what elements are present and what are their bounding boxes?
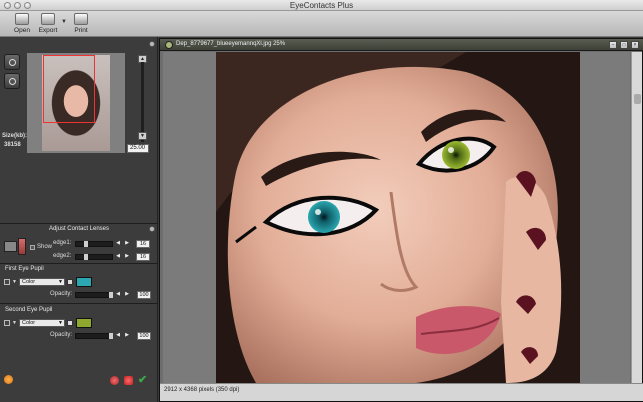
edge1-slider[interactable] [75,241,113,247]
first-eye-dropdown-icon[interactable]: ▼ [12,279,17,285]
document-restore-button[interactable]: □ [620,41,628,49]
first-eye-opacity-field[interactable]: 100 [137,291,151,299]
vertical-scrollbar[interactable] [631,52,642,383]
document-close-button[interactable]: × [631,41,639,49]
image-dimensions-text: 2912 x 4368 pixels (350 dpi) [164,387,240,393]
zoom-slider[interactable] [141,62,144,142]
document-name: Dep_8779677_blueeyemannqXl.jpg 25% [176,41,286,47]
second-eye-color-picker-icon[interactable] [67,320,73,326]
reset-icon[interactable] [110,376,119,385]
first-eye-opacity-decrement-icon[interactable]: ◀ [115,291,121,298]
second-eye-opacity-slider[interactable] [75,333,113,339]
second-eye-color-swatch[interactable] [76,318,92,328]
toolbar: Open Export ▼ Print [0,11,643,37]
export-button[interactable]: Export [35,12,61,36]
edge2-slider[interactable] [75,254,113,260]
second-eye-opacity-knob[interactable] [109,333,113,339]
print-button[interactable]: Print [68,12,94,36]
edge2-decrement-icon[interactable]: ◀ [115,253,121,260]
document-minimize-button[interactable]: – [609,41,617,49]
open-label: Open [14,27,30,34]
divider [0,263,158,264]
first-eye-opacity-label: Opacity: [50,291,73,297]
portrait-image [216,52,580,383]
document-icon [165,41,173,49]
first-eye-title: First Eye Pupil [5,266,44,272]
cancel-x-icon[interactable] [124,376,133,385]
open-icon [15,13,29,25]
print-label: Print [74,27,88,34]
lens-color-icon[interactable] [18,238,26,255]
zoom-in-icon[interactable] [4,73,20,89]
adjust-panel-close-icon[interactable] [149,226,155,232]
zoom-field[interactable]: 25.00 [127,144,149,153]
first-eye-color-picker-icon[interactable] [67,279,73,285]
window-title: EyeContacts Plus [289,1,354,10]
status-bar: 2912 x 4368 pixels (350 dpi) [160,383,643,401]
navigator-thumbnail[interactable] [27,53,125,153]
settings-sun-icon[interactable] [4,375,13,384]
document-window: Dep_8779677_blueeyemannqXl.jpg 25% – □ × [159,38,643,402]
divider [0,303,158,304]
navigator-viewport-rect[interactable] [43,55,95,123]
second-eye-opacity-decrement-icon[interactable]: ◀ [115,332,121,339]
first-eye-checkbox[interactable] [4,279,10,285]
second-eye-opacity-label: Opacity: [50,332,73,338]
zoom-out-icon[interactable] [4,54,20,70]
edge2-increment-icon[interactable]: ▶ [124,253,130,260]
edge2-label: edge2: [53,253,72,259]
second-eye-opacity-increment-icon[interactable]: ▶ [124,332,130,339]
first-eye-opacity-knob[interactable] [109,292,113,298]
chevron-down-icon: ▼ [58,279,63,285]
second-eye-mode-value: Color [22,320,36,326]
title-bar: EyeContacts Plus [0,0,643,11]
left-panel: ▲ ▼ 25.00 Size(kb): 38158 Adjust Contact… [0,37,158,402]
edge1-decrement-icon[interactable]: ◀ [115,240,121,247]
first-eye-mode-value: Color [22,279,36,285]
first-eye-opacity-slider[interactable] [75,292,113,298]
edge1-field[interactable]: 16 [136,240,150,248]
show-label: Show [37,244,53,250]
export-icon [41,13,55,25]
image-canvas[interactable] [163,52,630,383]
show-checkbox[interactable] [30,245,35,250]
first-eye-opacity-increment-icon[interactable]: ▶ [124,291,130,298]
adjust-lenses-title: Adjust Contact Lenses [48,226,110,232]
first-eye-mode-select[interactable]: Color ▼ [19,278,65,286]
document-title-bar: Dep_8779677_blueeyemannqXl.jpg 25% – □ × [160,39,643,51]
export-label: Export [38,27,58,34]
size-value: 38158 [4,142,21,148]
export-dropdown-icon[interactable]: ▼ [61,19,67,25]
open-button[interactable]: Open [9,12,35,36]
second-eye-mode-select[interactable]: Color ▼ [19,319,65,327]
app-window: EyeContacts Plus Open Export ▼ Print ▲ ▼… [0,0,643,402]
size-label: Size(kb): [2,133,28,139]
scrollbar-thumb[interactable] [634,94,641,104]
first-eye-color-swatch[interactable] [76,277,92,287]
chevron-down-icon: ▼ [58,320,63,326]
edited-photo[interactable] [216,52,580,383]
edge1-increment-icon[interactable]: ▶ [124,240,130,247]
edge1-slider-knob[interactable] [84,241,88,247]
divider [0,223,158,224]
edge2-field[interactable]: 16 [136,253,150,261]
second-eye-checkbox[interactable] [4,320,10,326]
apply-check-icon[interactable]: ✔ [138,373,147,386]
second-eye-dropdown-icon[interactable]: ▼ [12,320,17,326]
zoom-slider-down-icon[interactable]: ▼ [138,132,147,140]
second-eye-title: Second Eye Pupil [5,307,53,313]
navigator-panel-close-icon[interactable] [149,41,155,47]
second-eye-opacity-field[interactable]: 100 [137,332,151,340]
edge2-slider-knob[interactable] [84,254,88,260]
lens-preview-icon[interactable] [4,241,17,252]
edge1-label: edge1: [53,240,72,246]
print-icon [74,13,88,25]
